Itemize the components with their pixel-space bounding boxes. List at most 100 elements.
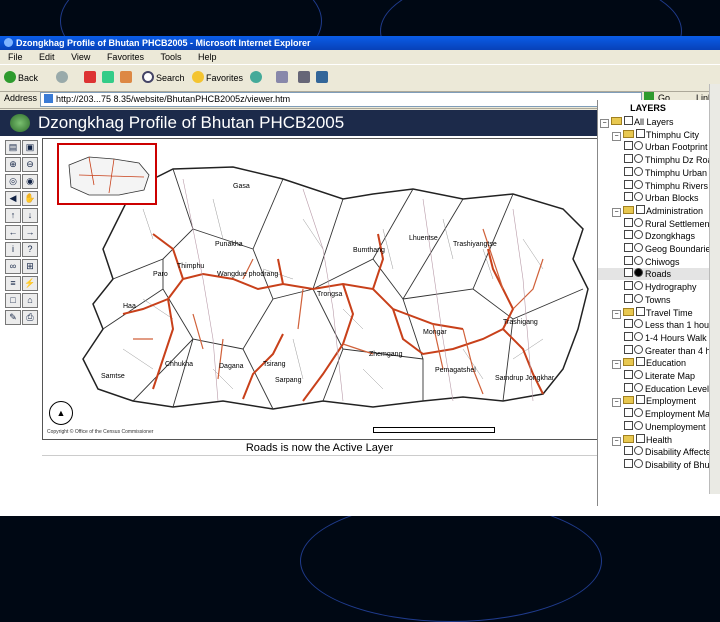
zoom-last-icon[interactable]: ◀ [5, 191, 21, 206]
active-layer-radio[interactable] [634, 179, 643, 189]
layer-item[interactable]: Education Level [598, 382, 720, 395]
collapse-toggle-icon[interactable]: − [612, 398, 621, 408]
active-layer-radio[interactable] [634, 458, 643, 468]
layer-group[interactable]: − Thimphu City [598, 128, 720, 141]
menu-tools[interactable]: Tools [160, 52, 181, 62]
visibility-checkbox[interactable] [624, 370, 633, 379]
active-layer-radio[interactable] [634, 446, 643, 456]
visibility-checkbox[interactable] [624, 217, 633, 227]
visibility-checkbox[interactable] [624, 344, 633, 354]
map-view[interactable]: Gasa Punakha Lhuentse Trashiyangtse Bumt… [42, 138, 599, 440]
menu-edit[interactable]: Edit [39, 52, 55, 62]
layer-item[interactable]: Thimphu Dz Roads [598, 154, 720, 166]
forward-button[interactable] [56, 70, 70, 86]
visibility-checkbox[interactable] [624, 243, 633, 252]
print-button[interactable] [298, 70, 312, 86]
visibility-checkbox[interactable] [636, 395, 645, 405]
visibility-checkbox[interactable] [624, 281, 633, 291]
active-layer-radio[interactable] [634, 293, 643, 303]
visibility-checkbox[interactable] [624, 166, 633, 176]
overview-map-icon[interactable]: ▣ [22, 140, 38, 155]
collapse-toggle-icon[interactable]: − [600, 119, 609, 128]
visibility-checkbox[interactable] [624, 179, 633, 189]
layer-group[interactable]: − Employment [598, 395, 720, 408]
history-button[interactable] [250, 70, 264, 86]
layer-group[interactable]: − All Layers [598, 116, 720, 128]
zoom-out-icon[interactable]: ⊖ [22, 157, 38, 172]
collapse-toggle-icon[interactable]: − [612, 309, 621, 319]
pan-north-icon[interactable]: ↑ [5, 208, 21, 223]
layer-item[interactable]: Thimphu Urban [598, 166, 720, 179]
menu-favorites[interactable]: Favorites [107, 52, 144, 62]
collapse-toggle-icon[interactable]: − [612, 131, 621, 141]
layer-group[interactable]: − Health [598, 433, 720, 446]
layer-item[interactable]: Towns [598, 293, 720, 306]
active-layer-radio[interactable] [634, 141, 643, 151]
layer-item[interactable]: Employment Map [598, 408, 720, 420]
active-layer-radio[interactable] [634, 319, 643, 329]
back-button[interactable]: Back [4, 70, 38, 86]
layer-item[interactable]: Urban Footprint [598, 141, 720, 153]
visibility-checkbox[interactable] [636, 357, 645, 367]
active-layer-radio[interactable] [634, 230, 643, 240]
vertical-scrollbar[interactable] [709, 84, 720, 494]
layer-item[interactable]: Geog Boundaries [598, 243, 720, 255]
active-layer-radio[interactable] [634, 420, 643, 430]
clear-selection-icon[interactable]: ✎ [5, 310, 21, 325]
layer-item[interactable]: Chiwogs [598, 255, 720, 268]
layer-item[interactable]: Unemployment [598, 420, 720, 433]
active-layer-radio[interactable] [634, 243, 643, 252]
collapse-toggle-icon[interactable]: − [612, 360, 621, 370]
visibility-checkbox[interactable] [624, 230, 633, 240]
active-layer-radio[interactable] [634, 255, 643, 265]
visibility-checkbox[interactable] [624, 141, 633, 151]
overview-map-graphic[interactable] [59, 145, 155, 203]
overview-map[interactable] [57, 143, 157, 205]
visibility-checkbox[interactable] [624, 154, 633, 164]
active-layer-radio[interactable] [634, 281, 643, 291]
favorites-button[interactable]: Favorites [192, 70, 243, 86]
active-layer-radio[interactable] [634, 192, 643, 202]
query-icon[interactable]: ? [22, 242, 38, 257]
set-units-icon[interactable]: ≡ [5, 276, 21, 291]
active-layer-radio[interactable] [634, 370, 643, 379]
layer-item[interactable]: Greater than 4 hours [598, 344, 720, 357]
active-layer-radio[interactable] [634, 382, 643, 392]
zoom-in-icon[interactable]: ⊕ [5, 157, 21, 172]
active-layer-radio[interactable] [634, 408, 643, 418]
collapse-toggle-icon[interactable]: − [612, 207, 621, 217]
layer-item[interactable]: Disability of Bhutan [598, 458, 720, 471]
active-layer-radio[interactable] [634, 217, 643, 227]
mail-button[interactable] [276, 70, 290, 86]
menu-file[interactable]: File [8, 52, 23, 62]
layer-item[interactable]: Urban Blocks [598, 192, 720, 204]
visibility-checkbox[interactable] [624, 268, 633, 278]
stop-button[interactable] [84, 70, 98, 86]
layer-item[interactable]: Literate Map [598, 370, 720, 382]
visibility-checkbox[interactable] [624, 319, 633, 329]
pan-east-icon[interactable]: → [22, 225, 38, 240]
pan-south-icon[interactable]: ↓ [22, 208, 38, 223]
edit-button[interactable] [316, 70, 330, 86]
menu-help[interactable]: Help [198, 52, 217, 62]
hyperlink-icon[interactable]: ⚡ [22, 276, 38, 291]
select-shape-icon[interactable]: ⌂ [22, 293, 38, 308]
layer-item[interactable]: Roads [598, 268, 720, 281]
select-rectangle-icon[interactable]: □ [5, 293, 21, 308]
active-layer-radio[interactable] [634, 331, 643, 341]
menu-view[interactable]: View [71, 52, 90, 62]
refresh-button[interactable] [102, 70, 116, 86]
layer-item[interactable]: 1-4 Hours Walk [598, 331, 720, 344]
visibility-checkbox[interactable] [624, 458, 633, 468]
active-layer-radio[interactable] [634, 166, 643, 176]
pan-hand-icon[interactable]: ✋ [22, 191, 38, 206]
visibility-checkbox[interactable] [624, 255, 633, 265]
layer-item[interactable]: Less than 1 hour [598, 319, 720, 331]
layer-item[interactable]: Rural Settlement [598, 217, 720, 230]
visibility-checkbox[interactable] [624, 382, 633, 392]
layer-item[interactable]: Thimphu Rivers [598, 179, 720, 192]
layer-item[interactable]: Dzongkhags [598, 230, 720, 242]
layer-group[interactable]: − Education [598, 357, 720, 370]
print-map-icon[interactable]: ⎙ [22, 310, 38, 325]
measure-icon[interactable]: ⊞ [22, 259, 38, 274]
